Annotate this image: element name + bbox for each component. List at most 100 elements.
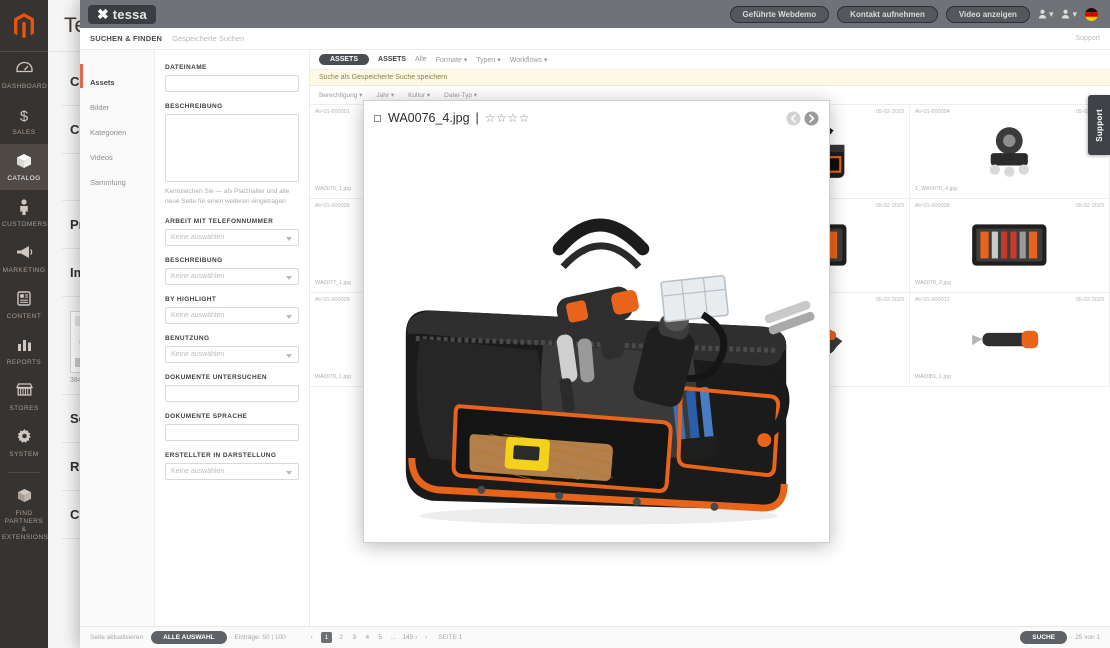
tab-workflows[interactable]: Workflows ▾ [510, 56, 548, 64]
sidebar-label: Find Partners & Extensions [2, 510, 49, 541]
sidebar-item-content[interactable]: Content [0, 282, 48, 328]
page-prev[interactable]: ‹ [308, 634, 316, 641]
sidebar-divider [8, 472, 40, 473]
circle-arrow-right-icon[interactable] [804, 111, 819, 126]
save-search-notice[interactable]: Suche als Gespeicherte Suche speichern [310, 70, 1110, 86]
dokumente-untersuchen-input[interactable] [165, 385, 299, 402]
sidebar-item-dashboard[interactable]: Dashboard [0, 52, 48, 98]
asset-date: 05-02-2023 [1075, 203, 1104, 209]
tab-typen[interactable]: Typen ▾ [476, 56, 501, 64]
dokumente-sprache-input[interactable] [165, 424, 299, 441]
asset-id: AV-01-000008 [915, 203, 950, 209]
sidebar-item-find-partners[interactable]: Find Partners & Extensions [0, 479, 48, 549]
filter-berechtigung[interactable]: Berechtigung ▾ [319, 91, 362, 99]
sidebar-label: Content [6, 313, 42, 320]
per-page-label[interactable]: Einträge: 50 | 100 [235, 634, 286, 641]
user-menu-1[interactable]: ▾ [1038, 9, 1053, 20]
breadcrumb-right[interactable]: Support [1075, 35, 1100, 42]
sidebar-item-marketing[interactable]: Marketing [0, 236, 48, 282]
tool-bag-photo [364, 139, 829, 538]
filter-kultur[interactable]: Kultur ▾ [408, 91, 430, 99]
asset-caption: 1_WA0076_4.jpg [915, 186, 957, 192]
page-2[interactable]: 2 [337, 634, 345, 641]
beschreibung-textarea[interactable] [165, 114, 299, 182]
asset-card-meta: AV-01-000012 05-02-2023 [915, 297, 1104, 303]
tessa-topbar: ✖ tessa Geführte Webdemo Kontakt aufnehm… [80, 0, 1110, 28]
rating-stars[interactable]: ☆☆☆☆ [485, 111, 530, 125]
asset-card[interactable]: AV-01-000008 05-02-2023 WA0078_2.jpg [910, 199, 1110, 293]
page-last[interactable]: 145 › [402, 634, 417, 641]
asset-thumbnail[interactable] [915, 211, 1104, 277]
box-outline-icon [2, 488, 46, 507]
user-icon [1062, 9, 1070, 19]
asset-thumbnail[interactable] [915, 305, 1104, 371]
magento-logo[interactable] [0, 0, 48, 52]
asset-card[interactable]: AV-01-000012 05-02-2023 WA0081_1.jpg [910, 293, 1110, 387]
asset-thumbnail[interactable] [915, 117, 1104, 183]
user-menu-2[interactable]: ▾ [1061, 9, 1077, 20]
page-3[interactable]: 3 [350, 634, 358, 641]
tab-formate[interactable]: Formate ▾ [436, 56, 468, 64]
circle-arrow-left-icon[interactable] [786, 111, 801, 126]
lightbox-image [364, 135, 829, 542]
tessa-nav-videos[interactable]: Videos [80, 145, 154, 170]
tab-assets[interactable]: ASSETS [378, 56, 406, 63]
field-label: ARBEIT MIT TELEFONNUMMER [165, 218, 274, 225]
sidebar-item-catalog[interactable]: Catalog [0, 144, 48, 190]
select-all-button[interactable]: ALLE AUSWAHL [151, 631, 227, 644]
tessa-nav-assets[interactable]: Assets [80, 70, 154, 95]
dashboard-icon [2, 61, 46, 80]
bottom-left-label: Seite aktualisieren [90, 634, 144, 641]
telefonnummer-select[interactable]: Keine auswählen [165, 229, 299, 246]
tessa-nav-bilder[interactable]: Bilder [80, 95, 154, 120]
tessa-nav-sammlung[interactable]: Sammlung [80, 170, 154, 195]
field-label: BESCHREIBUNG [165, 257, 223, 264]
sidebar-item-customers[interactable]: Customers [0, 190, 48, 236]
lightbox-nav [786, 111, 819, 126]
results-bottom-bar: Seite aktualisieren ALLE AUSWAHL Einträg… [80, 626, 1110, 648]
beschreibung-select[interactable]: Keine auswählen [165, 268, 299, 285]
darstellung-select[interactable]: Keine auswählen [165, 463, 299, 480]
video-button[interactable]: Video anzeigen [945, 5, 1030, 23]
sidebar-label: Customers [2, 221, 48, 228]
tessa-nav-kategorien[interactable]: Kategorien [80, 120, 154, 145]
tessa-logo[interactable]: ✖ tessa [88, 4, 156, 24]
filter-dateityp[interactable]: Datei-Typ ▾ [444, 91, 477, 99]
page-5[interactable]: 5 [376, 634, 384, 641]
asset-id: AV-01-000005 [315, 203, 350, 209]
asset-card-meta: AV-01-000008 05-02-2023 [915, 203, 1104, 209]
asset-id: AV-01-000009 [315, 297, 350, 303]
sidebar-item-system[interactable]: System [0, 420, 48, 466]
filter-jahr[interactable]: Jahr ▾ [376, 91, 394, 99]
select-asset-checkbox[interactable] [374, 114, 381, 122]
de-flag-icon[interactable] [1085, 7, 1098, 21]
sidebar-item-stores[interactable]: Stores [0, 374, 48, 420]
sidebar-item-sales[interactable]: $ Sales [0, 98, 48, 144]
page-jump-label[interactable]: SEITE 1 [438, 634, 462, 641]
page-4[interactable]: 4 [363, 634, 371, 641]
breadcrumb-trail[interactable]: Gespeicherte Suchen [172, 34, 244, 43]
tab-alle[interactable]: Alle [415, 56, 427, 63]
breadcrumb-current[interactable]: SUCHEN & FINDEN [90, 34, 162, 43]
asset-card[interactable]: AV-01-00000405-02-2023 1_WA0076_4.jpg [910, 105, 1110, 199]
tab-pill-assets[interactable]: ASSETS [319, 54, 370, 65]
page-1[interactable]: 1 [320, 632, 333, 643]
contact-button[interactable]: Kontakt aufnehmen [837, 5, 938, 23]
sidebar-item-reports[interactable]: Reports [0, 328, 48, 374]
field-label: DOKUMENTE UNTERSUCHEN [165, 374, 267, 381]
tessa-filter-form: DATEINAME BESCHREIBUNG Kennzeichen Sie —… [155, 50, 310, 626]
storefront-icon [2, 383, 46, 402]
page-ellipsis: ... [390, 634, 397, 641]
webdemo-button[interactable]: Geführte Webdemo [729, 5, 830, 23]
result-count-label: 25 von 1 [1075, 634, 1100, 641]
asset-lightbox: WA0076_4.jpg | ☆☆☆☆ [363, 100, 830, 543]
highlight-select[interactable]: Keine auswählen [165, 307, 299, 324]
support-tab[interactable]: Support [1088, 95, 1110, 155]
benutzung-select[interactable]: Keine auswählen [165, 346, 299, 363]
lightbox-separator: | [475, 111, 479, 125]
search-button[interactable]: SUCHE [1020, 631, 1068, 644]
dateiname-input[interactable] [165, 75, 299, 92]
screen-root: Dashboard $ Sales Catalog Customers Mark… [0, 0, 1110, 648]
bar-chart-icon [2, 337, 46, 356]
page-next[interactable]: › [422, 634, 430, 641]
